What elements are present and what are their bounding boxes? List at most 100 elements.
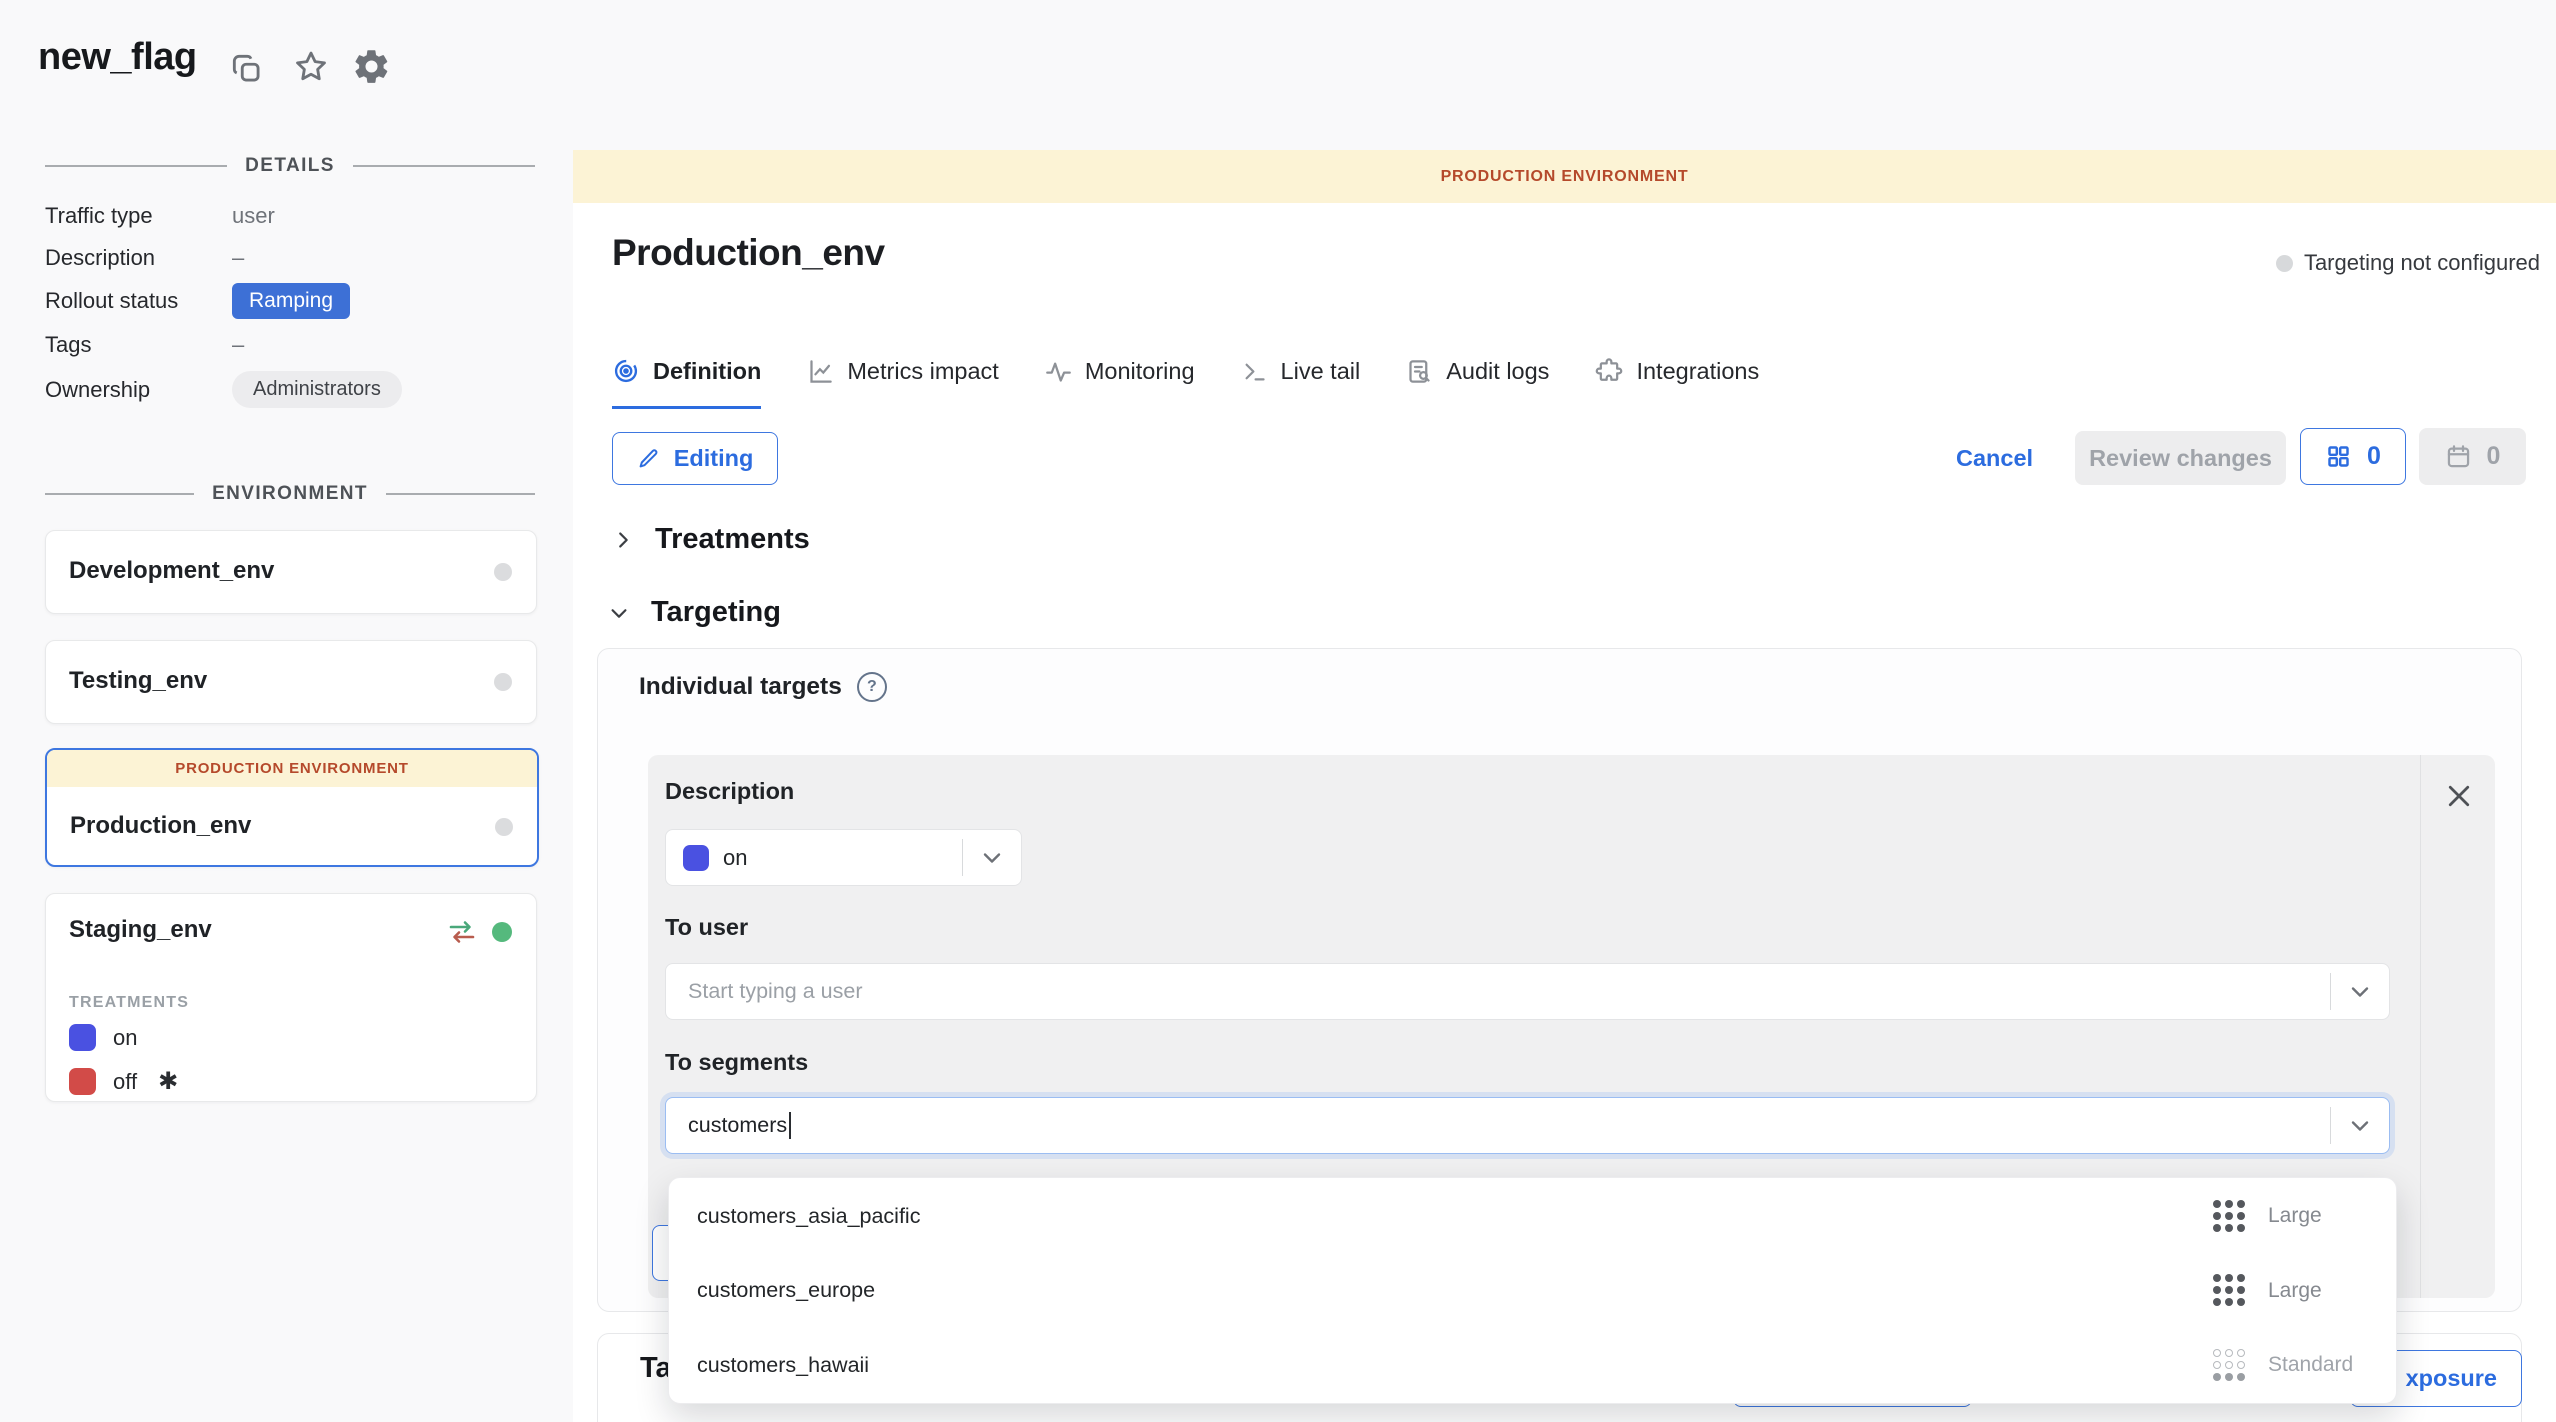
- default-treatment-marker: ✱: [158, 1067, 178, 1096]
- star-icon[interactable]: [292, 48, 330, 86]
- tab-label: Monitoring: [1085, 358, 1195, 385]
- targeting-section-title: Targeting: [651, 596, 781, 629]
- env-name: Development_env: [69, 557, 274, 585]
- app-root: new_flag DETAILS Traffic type user Descr…: [0, 0, 2556, 1422]
- swap-arrows-icon: [446, 918, 478, 946]
- chevron-down-icon: [608, 602, 630, 624]
- segment-size: Large: [2268, 1279, 2368, 1303]
- divider: [962, 839, 963, 876]
- env-card-staging[interactable]: Staging_env TREATMENTS on off ✱: [45, 893, 537, 1102]
- segment-name: customers_hawaii: [697, 1353, 2213, 1378]
- changes-count: 0: [2367, 442, 2381, 471]
- detail-label: Ownership: [45, 377, 232, 403]
- tab-bar: Definition Metrics impact Monitoring Liv…: [612, 336, 1759, 409]
- calendar-icon: [2445, 443, 2472, 470]
- schedule-count-button[interactable]: 0: [2419, 428, 2526, 485]
- to-user-label: To user: [665, 914, 748, 941]
- segment-option-hawaii[interactable]: customers_hawaii Standard: [669, 1329, 2396, 1402]
- segment-option-asia-pacific[interactable]: customers_asia_pacific Large: [669, 1180, 2396, 1253]
- env-status-dot-green: [492, 922, 512, 942]
- copy-icon[interactable]: [228, 50, 266, 88]
- detail-row-ownership: Ownership Administrators: [45, 371, 535, 408]
- treatment-select[interactable]: on: [665, 829, 1022, 886]
- changes-count-button[interactable]: 0: [2300, 428, 2406, 485]
- editing-button[interactable]: Editing: [612, 432, 778, 485]
- env-card-production[interactable]: PRODUCTION ENVIRONMENT Production_env: [45, 748, 539, 867]
- divider-line: [45, 165, 227, 167]
- segments-input[interactable]: customers: [665, 1097, 2390, 1154]
- grid-icon: [2325, 443, 2352, 470]
- segment-size: Standard: [2268, 1353, 2368, 1377]
- detail-row-description: Description –: [45, 245, 535, 271]
- description-label: Description: [665, 778, 794, 805]
- chevron-down-icon: [2351, 1120, 2369, 1132]
- env-status-dot: [494, 673, 512, 691]
- detail-row-tags: Tags –: [45, 332, 535, 358]
- tab-audit-logs[interactable]: Audit logs: [1406, 336, 1549, 409]
- ownership-pill[interactable]: Administrators: [232, 371, 402, 408]
- treatment-row-off: off ✱: [69, 1067, 178, 1096]
- chevron-right-icon: [612, 529, 634, 551]
- environment-header-label: ENVIRONMENT: [212, 483, 368, 505]
- env-status-dot: [495, 818, 513, 836]
- pulse-icon: [1045, 358, 1072, 385]
- bottom-section-title-partial: Ta: [640, 1352, 672, 1385]
- detail-label: Tags: [45, 332, 232, 358]
- environment-title: Production_env: [612, 232, 885, 274]
- segment-option-europe[interactable]: customers_europe Large: [669, 1254, 2396, 1327]
- schedule-count: 0: [2487, 442, 2501, 471]
- divider: [2330, 1107, 2331, 1144]
- env-card-testing[interactable]: Testing_env: [45, 640, 537, 724]
- divider: [2420, 755, 2421, 1298]
- tab-label: Audit logs: [1446, 358, 1549, 385]
- treatment-row-on: on: [69, 1024, 137, 1051]
- details-header: DETAILS: [45, 155, 535, 177]
- individual-targets-header: Individual targets ?: [639, 672, 887, 702]
- user-input-placeholder: Start typing a user: [688, 979, 2330, 1004]
- dots-grid-icon: [2213, 1200, 2246, 1233]
- gear-icon[interactable]: [352, 47, 390, 85]
- env-name: Production_env: [70, 812, 251, 840]
- detail-value: user: [232, 203, 275, 229]
- review-changes-button[interactable]: Review changes: [2075, 431, 2286, 485]
- tab-integrations[interactable]: Integrations: [1595, 336, 1759, 409]
- page-title: new_flag: [38, 36, 197, 79]
- chevron-down-icon: [2351, 986, 2369, 998]
- treatment-on-swatch: [683, 845, 709, 871]
- divider-line: [386, 493, 535, 495]
- close-icon[interactable]: [2444, 781, 2476, 813]
- detail-value: –: [232, 332, 244, 358]
- targeting-section-header[interactable]: Targeting: [608, 596, 781, 629]
- individual-targets-title: Individual targets: [639, 673, 842, 701]
- segments-dropdown: customers_asia_pacific Large customers_e…: [668, 1177, 2397, 1404]
- tab-label: Live tail: [1281, 358, 1361, 385]
- audit-log-icon: [1406, 358, 1433, 385]
- env-status-dot: [494, 563, 512, 581]
- env-card-development[interactable]: Development_env: [45, 530, 537, 614]
- target-icon: [612, 357, 640, 385]
- pencil-icon: [637, 447, 661, 471]
- env-name: Testing_env: [69, 667, 207, 695]
- detail-label: Rollout status: [45, 288, 232, 314]
- tab-definition[interactable]: Definition: [612, 336, 761, 409]
- tab-metrics-impact[interactable]: Metrics impact: [807, 336, 998, 409]
- production-environment-banner: PRODUCTION ENVIRONMENT: [573, 150, 2556, 203]
- segment-name: customers_europe: [697, 1278, 2213, 1303]
- tab-live-tail[interactable]: Live tail: [1241, 336, 1361, 409]
- detail-row-rollout-status: Rollout status Ramping: [45, 283, 535, 319]
- detail-value: –: [232, 245, 244, 271]
- treatment-off-swatch: [69, 1068, 96, 1095]
- treatment-on-swatch: [69, 1024, 96, 1051]
- cancel-button[interactable]: Cancel: [1956, 445, 2033, 472]
- divider-line: [45, 493, 194, 495]
- treatment-label: off: [113, 1069, 137, 1095]
- user-input[interactable]: Start typing a user: [665, 963, 2390, 1020]
- help-icon[interactable]: ?: [857, 672, 887, 702]
- treatments-section-header[interactable]: Treatments: [612, 523, 810, 556]
- segment-name: customers_asia_pacific: [697, 1204, 2213, 1229]
- rollout-status-badge: Ramping: [232, 283, 350, 319]
- environment-header: ENVIRONMENT: [45, 483, 535, 505]
- detail-label: Description: [45, 245, 232, 271]
- treatment-label: on: [113, 1025, 137, 1051]
- tab-monitoring[interactable]: Monitoring: [1045, 336, 1195, 409]
